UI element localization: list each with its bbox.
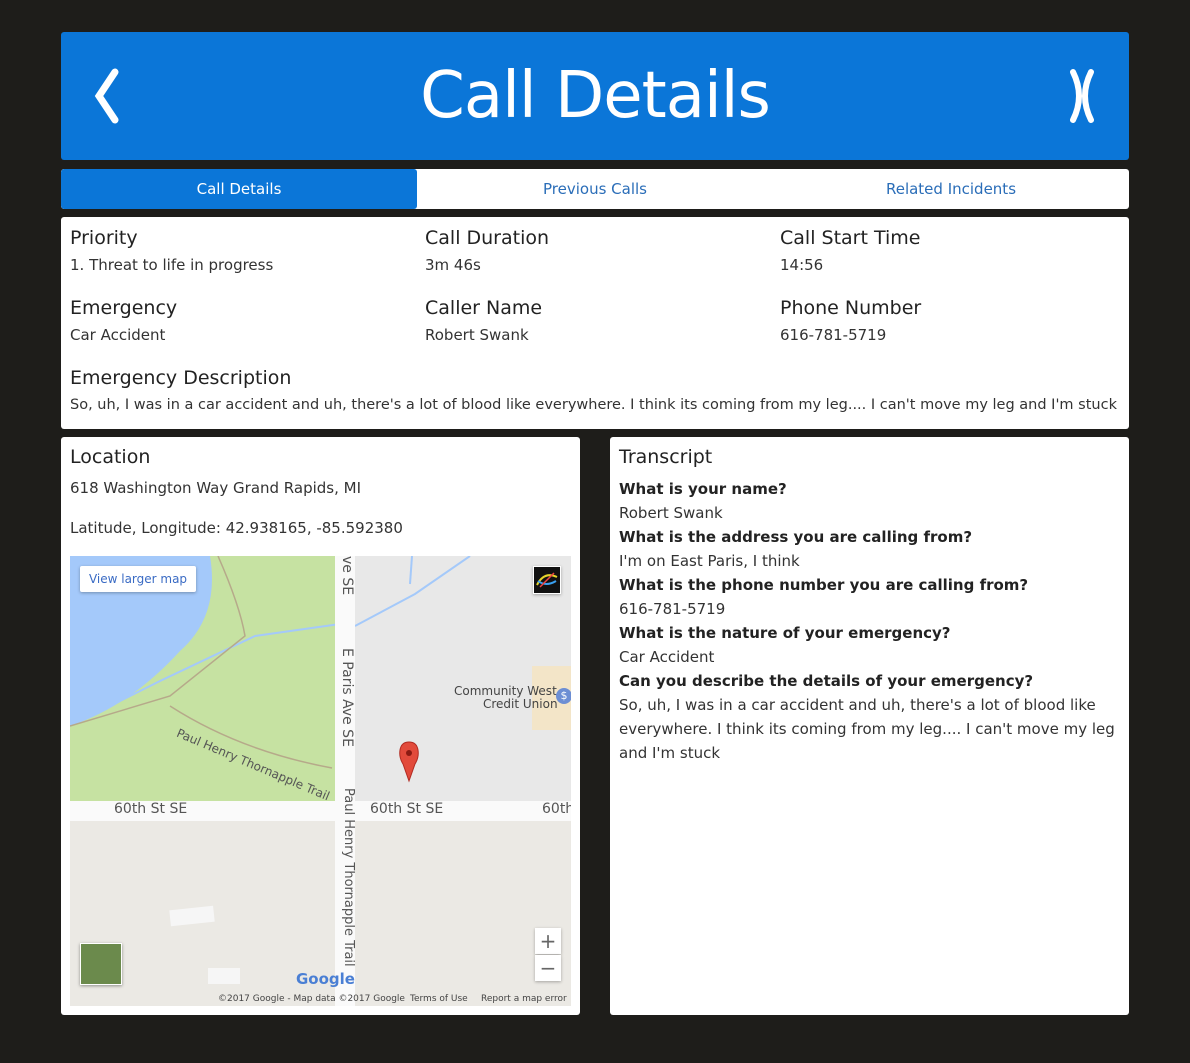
- transcript-question: What is the nature of your emergency?: [619, 624, 951, 642]
- duration-field: Call Duration 3m 46s: [425, 226, 549, 274]
- caller-field: Caller Name Robert Swank: [425, 296, 542, 344]
- close-icon: [1070, 69, 1094, 123]
- map-street-label: E Paris Ave SE: [339, 648, 355, 747]
- transcript-question: Can you describe the details of your eme…: [619, 672, 1034, 690]
- map-pin-icon[interactable]: [398, 742, 420, 782]
- transcript-list: What is your name? Robert Swank What is …: [619, 477, 1119, 765]
- transcript-answer: Robert Swank: [619, 504, 723, 522]
- transcript-answer: 616-781-5719: [619, 600, 726, 618]
- location-title: Location: [70, 446, 151, 468]
- transcript-question: What is your name?: [619, 480, 787, 498]
- priority-label: Priority: [70, 227, 138, 249]
- transcript-title: Transcript: [619, 446, 713, 468]
- tab-related-incidents[interactable]: Related Incidents: [773, 169, 1129, 209]
- layers-icon[interactable]: [533, 566, 561, 594]
- phone-label: Phone Number: [780, 297, 922, 319]
- start-time-value: 14:56: [780, 256, 824, 274]
- chevron-left-icon: [94, 68, 119, 124]
- map-canvas: [70, 556, 571, 1006]
- map-copyright: ©2017 Google - Map data ©2017 Google: [218, 994, 405, 1004]
- map-report-link[interactable]: Report a map error: [481, 994, 567, 1004]
- transcript-panel: Transcript What is your name? Robert Swa…: [610, 437, 1129, 1015]
- phone-value: 616-781-5719: [780, 326, 887, 344]
- transcript-answer: I'm on East Paris, I think: [619, 552, 800, 570]
- map-trail-label: Paul Henry Thornapple Trail: [341, 788, 356, 967]
- description-label: Emergency Description: [70, 367, 292, 389]
- bank-icon: $: [556, 688, 571, 704]
- tab-call-details[interactable]: Call Details: [61, 169, 417, 209]
- map-poi-label: Credit Union: [483, 697, 558, 711]
- zoom-in-button[interactable]: +: [535, 928, 561, 954]
- emergency-label: Emergency: [70, 297, 178, 319]
- page-title: Call Details: [420, 59, 771, 133]
- location-address: 618 Washington Way Grand Rapids, MI: [70, 479, 362, 497]
- tab-bar: Call Details Previous Calls Related Inci…: [61, 169, 1129, 209]
- map-street-label: 60th: [542, 801, 571, 817]
- map-street-label: 60th St SE: [114, 801, 188, 817]
- priority-field: Priority 1. Threat to life in progress: [70, 226, 273, 274]
- location-panel: Location 618 Washington Way Grand Rapids…: [61, 437, 580, 1015]
- description-field: Emergency Description So, uh, I was in a…: [70, 366, 1117, 414]
- back-button[interactable]: [71, 32, 141, 160]
- phone-field: Phone Number 616-781-5719: [780, 296, 921, 344]
- duration-label: Call Duration: [425, 227, 550, 249]
- close-button[interactable]: [1047, 32, 1117, 160]
- start-time-field: Call Start Time 14:56: [780, 226, 920, 274]
- map-street-label: ve SE: [339, 556, 355, 596]
- map-street-label: 60th St SE: [370, 801, 444, 817]
- caller-label: Caller Name: [425, 297, 543, 319]
- header-bar: Call Details: [61, 32, 1129, 160]
- transcript-answer: Car Accident: [619, 648, 715, 666]
- priority-value: 1. Threat to life in progress: [70, 256, 274, 274]
- start-time-label: Call Start Time: [780, 227, 921, 249]
- transcript-question: What is the address you are calling from…: [619, 528, 973, 546]
- tab-previous-calls[interactable]: Previous Calls: [417, 169, 773, 209]
- description-value: So, uh, I was in a car accident and uh, …: [70, 397, 1117, 413]
- map-terms-link[interactable]: Terms of Use: [410, 994, 468, 1004]
- transcript-question: What is the phone number you are calling…: [619, 576, 1029, 594]
- duration-value: 3m 46s: [425, 256, 481, 274]
- caller-value: Robert Swank: [425, 326, 529, 344]
- zoom-out-button[interactable]: −: [535, 955, 561, 981]
- transcript-answer: So, uh, I was in a car accident and uh, …: [619, 696, 1115, 762]
- emergency-value: Car Accident: [70, 326, 166, 344]
- google-logo: Google: [296, 970, 355, 988]
- location-coordinates: Latitude, Longitude: 42.938165, -85.5923…: [70, 519, 403, 537]
- map-poi-label: Community West: [454, 684, 557, 698]
- map[interactable]: View larger map ve SE E Paris Ave SE Com…: [70, 556, 571, 1006]
- street-view-thumbnail[interactable]: [80, 943, 122, 985]
- emergency-field: Emergency Car Accident: [70, 296, 177, 344]
- call-details-panel: Priority 1. Threat to life in progress C…: [61, 217, 1129, 429]
- view-larger-map-button[interactable]: View larger map: [80, 566, 196, 592]
